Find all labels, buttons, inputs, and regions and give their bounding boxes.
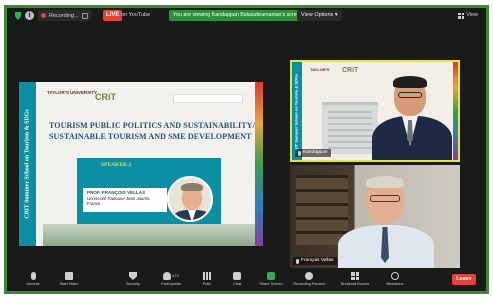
mic-icon [296, 258, 299, 264]
chat-button[interactable]: Chat [219, 271, 255, 289]
pause-recording-icon[interactable] [81, 12, 88, 19]
speaker-affiliation: Université Toulouse-Jean Jaurès, France [87, 195, 151, 207]
record-icon [305, 272, 313, 280]
viewing-screen-banner: You are viewing Kandappan Balasubramania… [169, 10, 307, 21]
top-bar: i Recording... LIVE on YouTube You are v… [7, 8, 486, 24]
chevron-down-icon: ▾ [334, 12, 338, 18]
tile-side-text: CRiT Summer School on Tourism & SDGs [293, 73, 299, 154]
virtual-bg-side-banner: CRiT Summer School on Tourism & SDGs [292, 62, 302, 160]
participants-count: 472 [172, 273, 179, 278]
share-screen-icon [267, 272, 275, 280]
participants-label: Participants [161, 282, 181, 286]
viewing-banner-text: You are viewing Kandappan Balasubramania… [173, 12, 303, 18]
video-camera-icon [65, 272, 73, 280]
start-video-button[interactable]: Start Video [51, 271, 87, 289]
reactions-label: Reactions [386, 282, 404, 286]
chat-label: Chat [232, 282, 242, 286]
participant-video-tile[interactable]: CRiT Summer School on Tourism & SDGs TAY… [290, 60, 460, 162]
sdg-color-bar [453, 62, 458, 160]
share-screen-label: Share Screen [259, 282, 283, 286]
breakout-rooms-icon [351, 272, 359, 280]
background-building [322, 102, 378, 154]
zoom-window: i Recording... LIVE on YouTube You are v… [4, 5, 489, 294]
slide-footer-image [43, 224, 255, 246]
participant-name: Kandappan [303, 150, 328, 155]
crit-logo: CRiT [342, 67, 359, 74]
participants-icon [163, 272, 172, 280]
reactions-button[interactable]: Reactions [377, 271, 413, 289]
speaker-name-box: PROF. FRANÇOIS VELLAS Université Toulous… [83, 188, 167, 212]
unmute-label: Unmute [26, 282, 40, 286]
view-label: View [466, 12, 478, 18]
record-dot-icon [41, 13, 46, 18]
speaker-tag: SPEAKER 2 [101, 162, 132, 168]
meeting-info-icon[interactable]: i [25, 11, 34, 20]
recording-indicator: Recording... [38, 10, 91, 21]
breakout-rooms-button[interactable]: Breakout Rooms [337, 271, 373, 289]
shield-icon [129, 272, 137, 280]
mic-icon [298, 150, 301, 156]
share-screen-button[interactable]: Share Screen [253, 271, 289, 289]
participant-video [372, 74, 452, 160]
security-label: Security [126, 282, 140, 286]
recording-label: Recording... [49, 12, 79, 19]
slide-side-text: CRiT Summer School on Tourism & SDGs [24, 109, 31, 219]
slide-header: TAYLOR'S UNIVERSITY CRiT [43, 90, 251, 108]
security-shield-icon[interactable] [15, 12, 21, 20]
crit-logo: CRiT [95, 92, 116, 102]
smiley-icon [391, 272, 399, 280]
slide-title: TOURISM PUBLIC POLITICS AND SUSTAINABILI… [49, 121, 255, 141]
participant-video-tile[interactable]: François Vellas [290, 165, 460, 268]
recording-paused-button[interactable]: Recording Paused [291, 271, 327, 289]
leave-button[interactable]: Leave [452, 274, 476, 285]
participant-name-tag: François Vellas [293, 257, 337, 265]
poll-chart-icon [203, 272, 211, 280]
chat-bubble-icon [233, 272, 241, 280]
security-button[interactable]: Security [115, 271, 151, 289]
polls-label: Polls [202, 282, 212, 286]
microphone-muted-icon [30, 272, 36, 280]
shared-screen-slide: CRiT Summer School on Tourism & SDGs TAY… [19, 82, 263, 246]
participants-button[interactable]: 472 Participants [153, 271, 189, 289]
view-options-button[interactable]: View Options ▾ [297, 10, 342, 21]
grid-view-icon [458, 12, 465, 19]
recording-paused-label: Recording Paused [293, 282, 325, 286]
speaker-photo [167, 176, 213, 222]
university-logo: TAYLOR'S [310, 67, 330, 72]
meeting-toolbar: Unmute Start Video Security 472 Particip… [7, 269, 486, 291]
participant-video [336, 171, 436, 268]
view-layout-button[interactable]: View [458, 10, 478, 21]
breakout-rooms-label: Breakout Rooms [340, 282, 370, 286]
unmute-button[interactable]: Unmute [15, 271, 51, 289]
university-logo: TAYLOR'S UNIVERSITY [47, 90, 98, 95]
sponsor-logos [173, 94, 243, 103]
participant-name-tag: Kandappan [295, 149, 331, 157]
slide-side-banner: CRiT Summer School on Tourism & SDGs [19, 82, 36, 246]
live-badge[interactable]: LIVE [103, 10, 123, 21]
sdg-color-bar [255, 82, 263, 246]
live-platform-label[interactable]: on YouTube [121, 10, 150, 21]
start-video-label: Start Video [59, 282, 79, 286]
view-options-label: View Options [301, 12, 334, 18]
participant-name: François Vellas [301, 258, 334, 263]
